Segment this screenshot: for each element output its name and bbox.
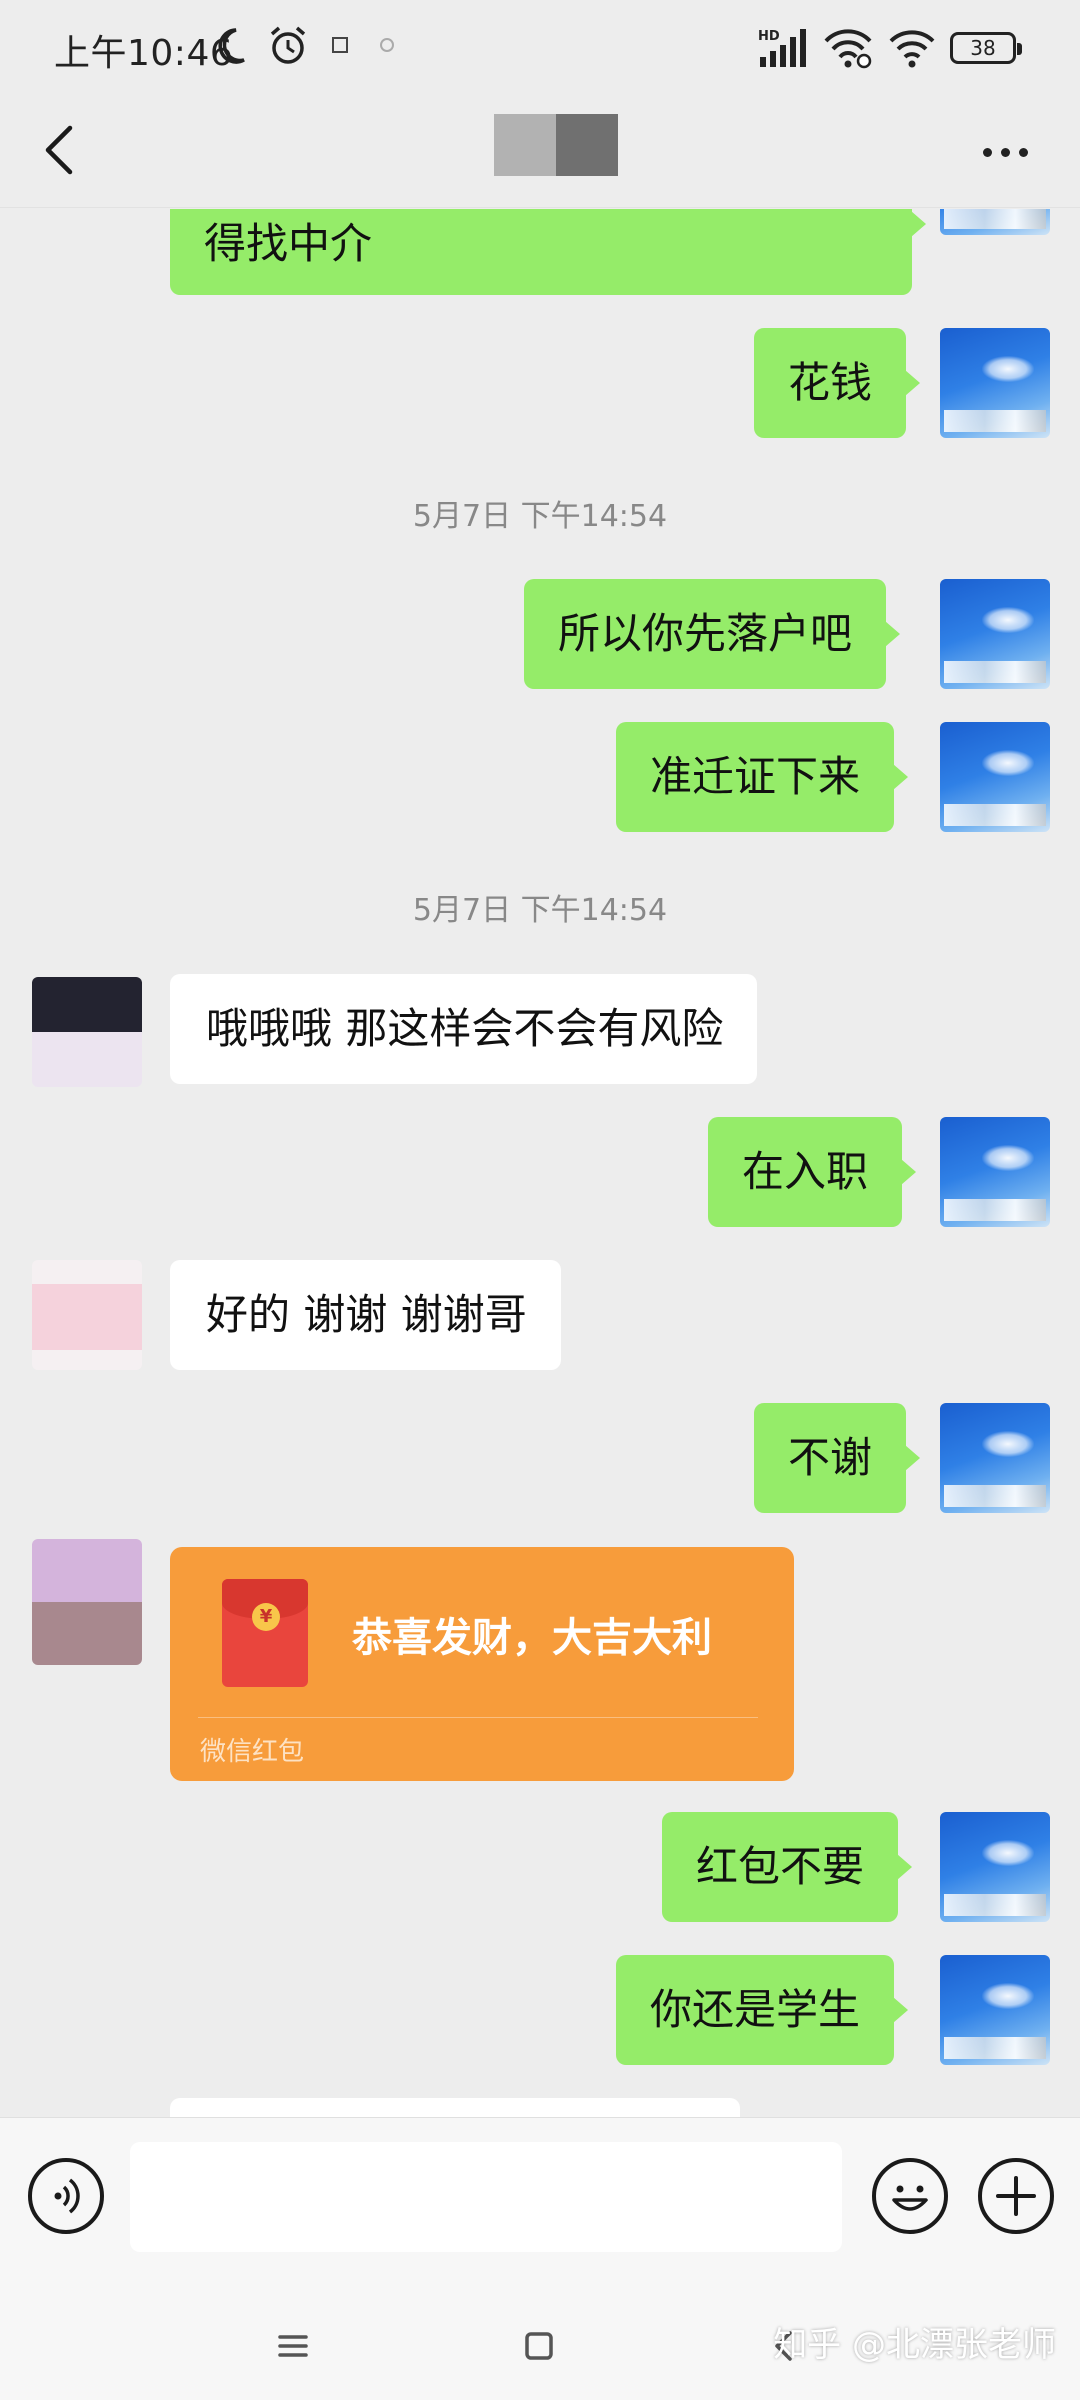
red-packet-message[interactable]: ¥ 恭喜发财，大吉大利 微信红包 — [170, 1547, 794, 1781]
voice-button[interactable] — [28, 2158, 104, 2234]
battery-level: 38 — [970, 36, 996, 60]
alarm-icon — [270, 26, 306, 64]
wifi-link-icon — [824, 29, 872, 69]
contact-avatar[interactable] — [32, 977, 142, 1087]
more-options-button[interactable] — [970, 122, 1040, 182]
plus-icon — [996, 2176, 1036, 2216]
red-packet-divider — [198, 1717, 758, 1718]
message-outgoing[interactable]: 红包不要 — [662, 1812, 913, 1922]
message-text: 花钱 — [788, 358, 873, 407]
message-text: 不谢 — [788, 1433, 873, 1482]
red-packet-title: 恭喜发财，大吉大利 — [352, 1615, 712, 1661]
home-icon[interactable] — [514, 2321, 564, 2371]
battery-icon: 38 — [950, 32, 1022, 64]
signal-icon: HD — [758, 29, 806, 67]
message-incoming[interactable]: 哦哦哦 那这样会不会有风险 — [170, 974, 758, 1084]
message-input[interactable] — [130, 2142, 842, 2252]
message-text: 所以你先落户吧 — [558, 609, 853, 658]
coin-icon: ¥ — [252, 1603, 280, 1631]
my-avatar[interactable] — [940, 1117, 1050, 1227]
notification-icon — [380, 38, 394, 52]
my-avatar[interactable] — [940, 1955, 1050, 2065]
my-avatar[interactable] — [940, 1403, 1050, 1513]
contact-avatar[interactable] — [32, 1260, 142, 1370]
message-text: 得找中介 — [204, 219, 373, 268]
notification-icon — [332, 37, 348, 53]
system-navigation-bar: 知乎 @北漂张老师 — [0, 2287, 1080, 2400]
timestamp: 5月7日 下午14:54 — [412, 499, 668, 534]
add-button[interactable] — [978, 2158, 1054, 2234]
message-outgoing[interactable]: 在入职 — [708, 1117, 917, 1227]
message-outgoing[interactable]: 所以你先落户吧 — [524, 579, 901, 689]
message-incoming[interactable]: 好的 谢谢 谢谢哥 — [170, 1260, 561, 1370]
message-outgoing[interactable]: 花钱 — [754, 328, 921, 438]
menu-icon[interactable] — [268, 2321, 318, 2371]
red-packet-label: 微信红包 — [200, 1737, 305, 1767]
my-avatar[interactable] — [940, 579, 1050, 689]
message-incoming[interactable] — [170, 2098, 740, 2117]
chat-header — [0, 96, 1080, 208]
moon-icon — [218, 28, 245, 64]
status-bar: 上午10:46 HD 38 — [0, 0, 1080, 96]
contact-avatar[interactable] — [32, 1539, 142, 1665]
emoji-icon — [892, 2185, 928, 2211]
my-avatar[interactable] — [940, 1812, 1050, 1922]
message-outgoing[interactable]: 得找中介 — [170, 209, 926, 295]
my-avatar[interactable] — [940, 722, 1050, 832]
message-list[interactable]: 得找中介 花钱 5月7日 下午14:54 所以你先落户吧 准迁证下来 5月7日 … — [0, 209, 1080, 2117]
red-packet-icon: ¥ — [222, 1579, 308, 1687]
contact-name-redacted[interactable] — [494, 114, 618, 176]
voice-icon — [54, 2178, 80, 2214]
message-outgoing[interactable]: 不谢 — [754, 1403, 921, 1513]
message-text: 准迁证下来 — [650, 752, 861, 801]
my-avatar[interactable] — [940, 328, 1050, 438]
message-text: 你还是学生 — [650, 1985, 861, 2034]
message-outgoing[interactable]: 你还是学生 — [616, 1955, 909, 2065]
watermark: 知乎 @北漂张老师 — [773, 2325, 1056, 2365]
input-bar — [0, 2117, 1080, 2287]
message-text: 好的 谢谢 谢谢哥 — [206, 1290, 527, 1339]
message-text: 红包不要 — [696, 1842, 865, 1891]
network-type: HD — [758, 29, 780, 44]
status-time: 上午10:46 — [54, 33, 234, 74]
message-text: 哦哦哦 那这样会不会有风险 — [206, 1004, 724, 1053]
back-icon[interactable] — [30, 118, 94, 182]
wifi-icon — [889, 30, 935, 68]
emoji-button[interactable] — [872, 2158, 948, 2234]
timestamp: 5月7日 下午14:54 — [412, 893, 668, 928]
message-text: 在入职 — [742, 1147, 869, 1196]
my-avatar[interactable] — [940, 209, 1050, 235]
message-outgoing[interactable]: 准迁证下来 — [616, 722, 909, 832]
